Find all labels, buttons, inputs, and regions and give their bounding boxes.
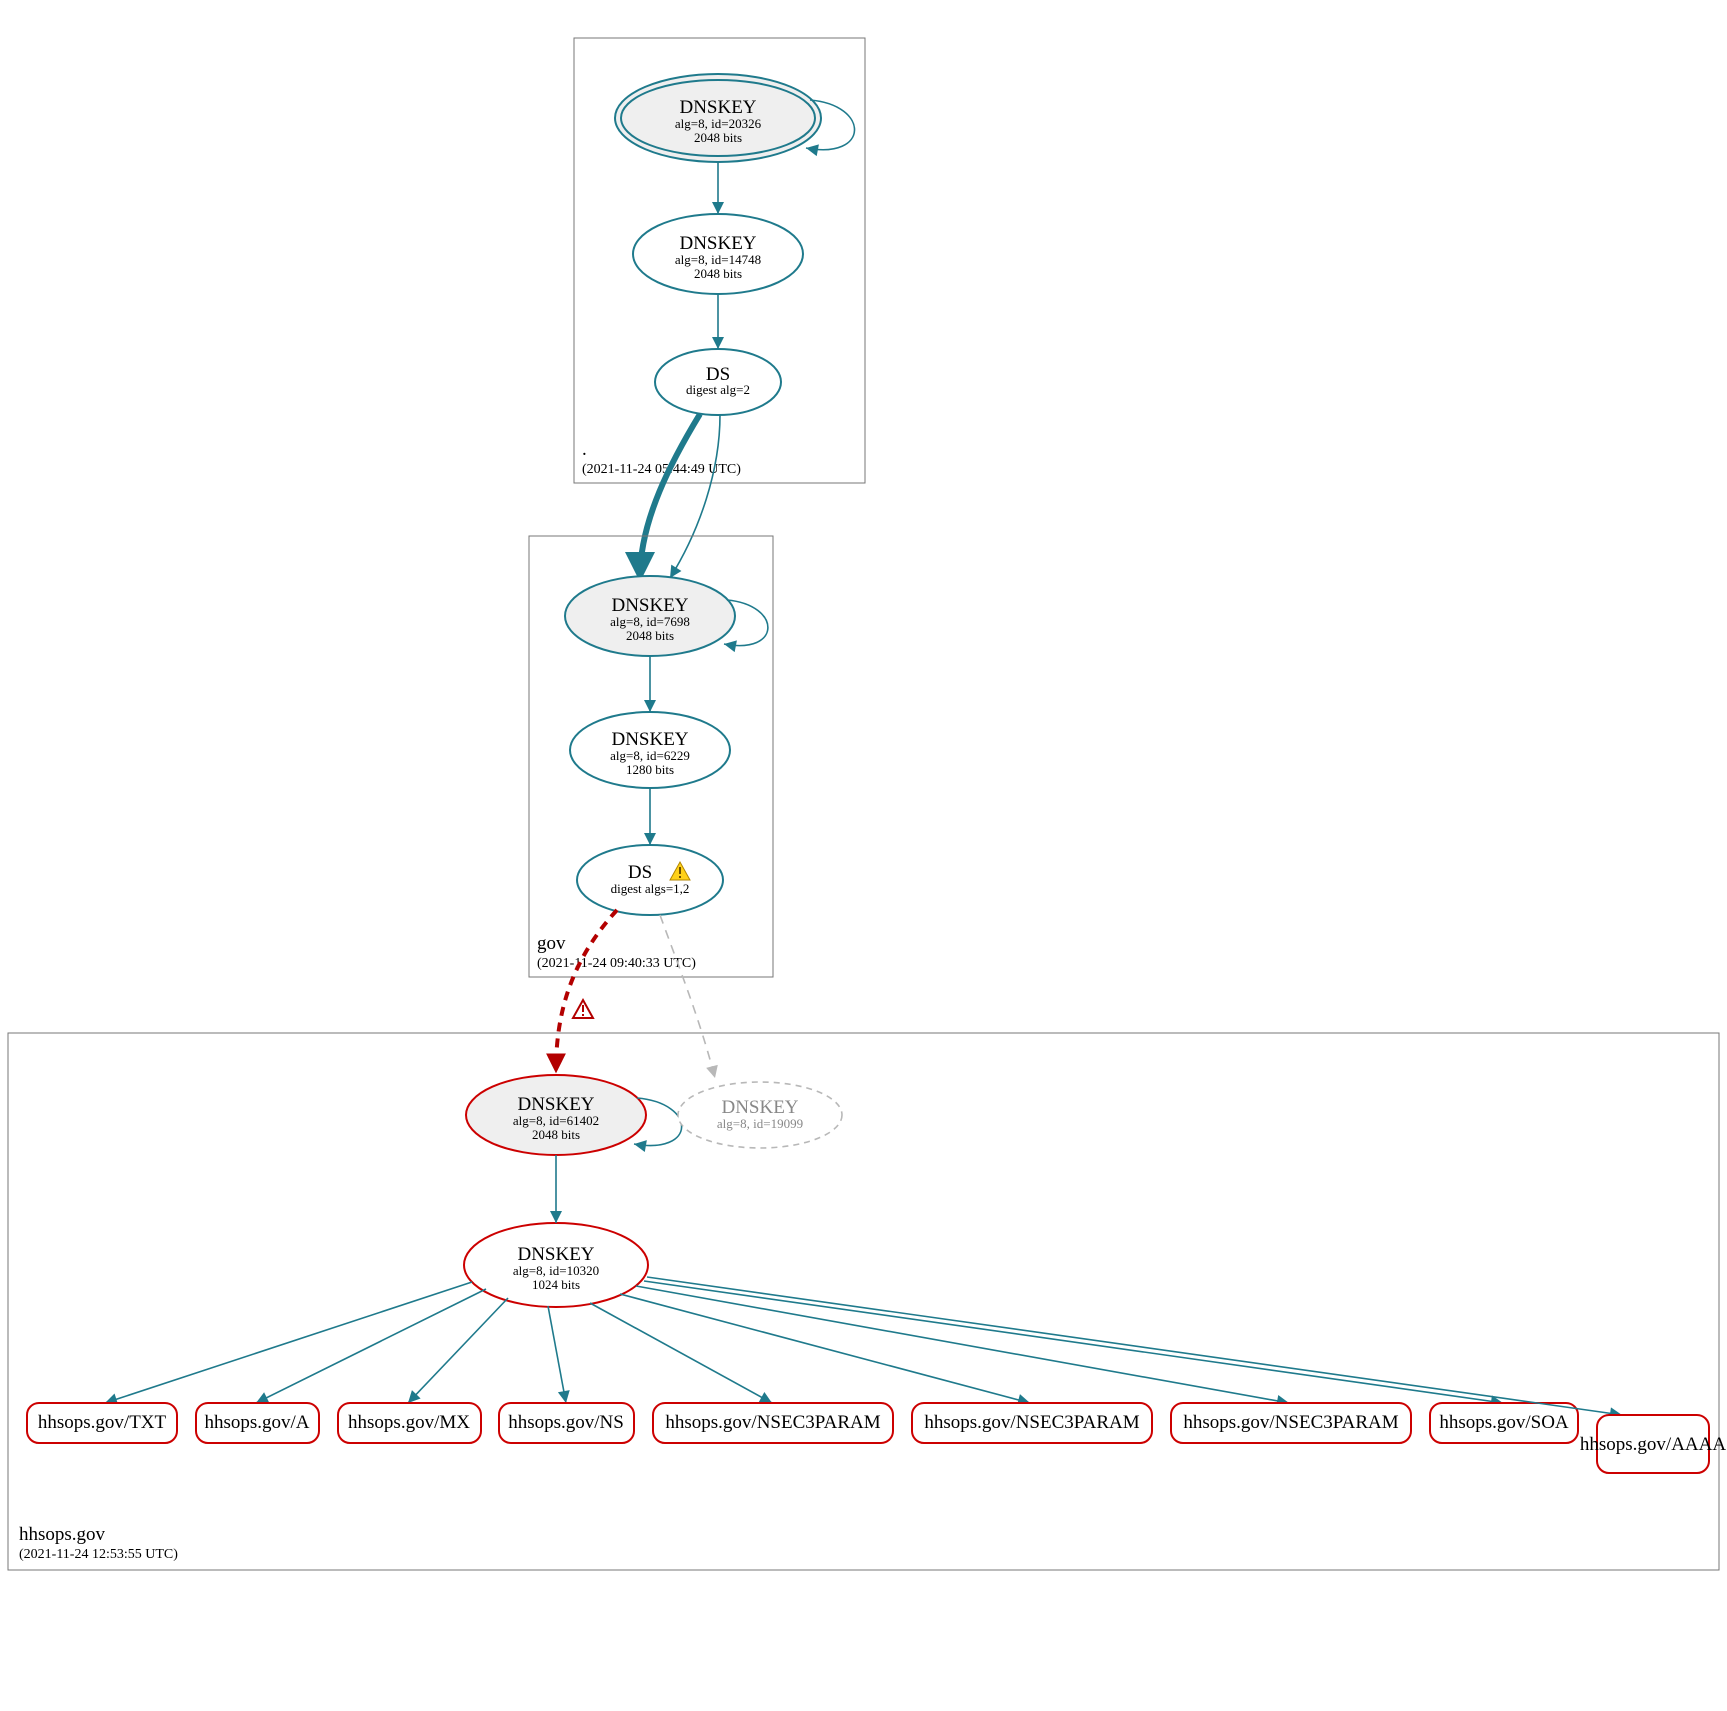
zone-root-ts: (2021-11-24 05:44:49 UTC): [582, 462, 741, 477]
edge-gov-ds-hhsops-ghost: [660, 915, 715, 1078]
edge-zsk-nsec3-1: [590, 1303, 772, 1403]
rr-a-label: hhsops.gov/A: [204, 1412, 309, 1433]
zone-gov-ts: (2021-11-24 09:40:33 UTC): [537, 956, 696, 971]
node-gov-ksk[interactable]: DNSKEY alg=8, id=7698 2048 bits: [565, 576, 735, 656]
node-root-ds[interactable]: DS digest alg=2: [655, 349, 781, 415]
edge-root-ds-gov-ksk-thick: [640, 414, 700, 577]
node-hhsops-ghost-l1: alg=8, id=19099: [717, 1116, 803, 1131]
node-hhsops-ksk-title: DNSKEY: [517, 1094, 594, 1115]
rr-mx-label: hhsops.gov/MX: [348, 1412, 470, 1433]
node-root-ksk[interactable]: DNSKEY alg=8, id=20326 2048 bits: [615, 74, 821, 162]
node-root-ds-l1: digest alg=2: [686, 382, 750, 397]
rr-nsec3param-2-label: hhsops.gov/NSEC3PARAM: [924, 1412, 1139, 1433]
zone-hhsops: hhsops.gov (2021-11-24 12:53:55 UTC) DNS…: [8, 1033, 1726, 1570]
node-gov-zsk-l1: alg=8, id=6229: [610, 748, 690, 763]
node-root-zsk-title: DNSKEY: [679, 233, 756, 254]
node-hhsops-zsk-l2: 1024 bits: [532, 1277, 580, 1292]
node-hhsops-ksk-l1: alg=8, id=61402: [513, 1113, 599, 1128]
warning-icon: [573, 1000, 593, 1018]
node-hhsops-ksk-l2: 2048 bits: [532, 1127, 580, 1142]
zone-gov-label: gov: [537, 933, 566, 954]
node-gov-ds-l1: digest algs=1,2: [611, 881, 690, 896]
rr-nsec3param-3-label: hhsops.gov/NSEC3PARAM: [1183, 1412, 1398, 1433]
node-root-zsk-l1: alg=8, id=14748: [675, 252, 761, 267]
edge-zsk-ns: [548, 1306, 566, 1403]
edge-zsk-soa: [644, 1281, 1503, 1403]
zone-gov: gov (2021-11-24 09:40:33 UTC) DNSKEY alg…: [529, 536, 773, 977]
node-hhsops-ghost-title: DNSKEY: [721, 1097, 798, 1118]
rr-txt-label: hhsops.gov/TXT: [38, 1412, 167, 1433]
rr-aaaa-label: hhsops.gov/AAAA: [1580, 1434, 1726, 1455]
node-root-zsk[interactable]: DNSKEY alg=8, id=14748 2048 bits: [633, 214, 803, 294]
node-hhsops-ksk[interactable]: DNSKEY alg=8, id=61402 2048 bits: [466, 1075, 646, 1155]
node-root-ksk-title: DNSKEY: [679, 97, 756, 118]
edge-zsk-a: [256, 1289, 486, 1403]
rr-soa-label: hhsops.gov/SOA: [1439, 1412, 1569, 1433]
node-root-ksk-l2: 2048 bits: [694, 130, 742, 145]
node-gov-ds-title: DS: [628, 862, 652, 883]
edge-zsk-aaaa: [647, 1277, 1622, 1415]
node-gov-zsk-l2: 1280 bits: [626, 762, 674, 777]
node-gov-zsk[interactable]: DNSKEY alg=8, id=6229 1280 bits: [570, 712, 730, 788]
node-gov-ds[interactable]: DS digest algs=1,2: [577, 845, 723, 915]
node-root-zsk-l2: 2048 bits: [694, 266, 742, 281]
node-hhsops-zsk-title: DNSKEY: [517, 1244, 594, 1265]
node-root-ksk-l1: alg=8, id=20326: [675, 116, 762, 131]
rr-nsec3param-1-label: hhsops.gov/NSEC3PARAM: [665, 1412, 880, 1433]
zone-hhsops-ts: (2021-11-24 12:53:55 UTC): [19, 1547, 178, 1562]
node-hhsops-ghost-dnskey[interactable]: DNSKEY alg=8, id=19099: [678, 1082, 842, 1148]
rr-ns-label: hhsops.gov/NS: [508, 1412, 624, 1433]
edge-zsk-mx: [408, 1298, 508, 1403]
node-gov-ksk-l2: 2048 bits: [626, 628, 674, 643]
zone-hhsops-label: hhsops.gov: [19, 1524, 106, 1545]
node-gov-ksk-l1: alg=8, id=7698: [610, 614, 690, 629]
node-hhsops-zsk-l1: alg=8, id=10320: [513, 1263, 599, 1278]
rrset-group: hhsops.gov/TXT hhsops.gov/A hhsops.gov/M…: [27, 1277, 1726, 1473]
edge-root-ds-gov-ksk: [670, 415, 720, 578]
edge-zsk-txt: [105, 1282, 472, 1403]
edge-zsk-nsec3-2: [620, 1294, 1030, 1403]
zone-root-label: .: [582, 439, 587, 460]
node-gov-ksk-title: DNSKEY: [611, 595, 688, 616]
node-gov-zsk-title: DNSKEY: [611, 729, 688, 750]
